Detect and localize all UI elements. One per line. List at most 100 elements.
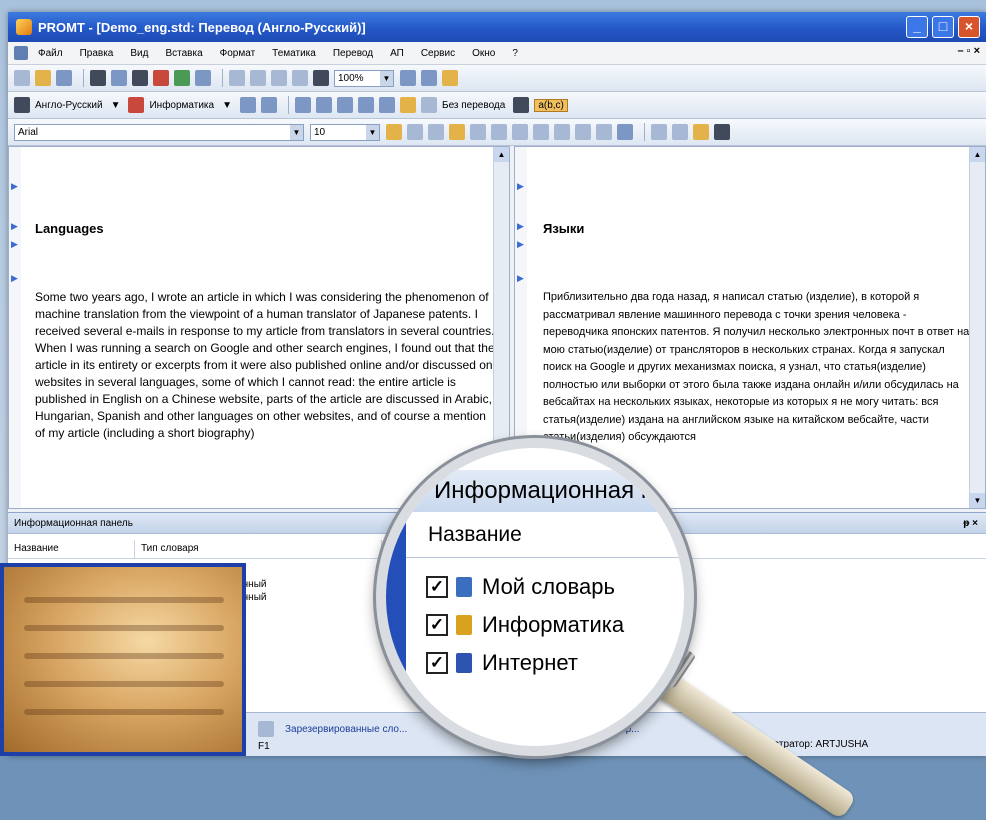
magnified-panel-title: Информационная па... — [386, 470, 684, 512]
translate-icon[interactable] — [379, 97, 395, 113]
reserved-words-icon — [258, 721, 274, 737]
italic-icon[interactable] — [407, 124, 423, 140]
align-left-icon[interactable] — [449, 124, 465, 140]
chevron-down-icon[interactable]: ▼ — [290, 124, 303, 140]
photo-text-line — [24, 653, 224, 659]
print-icon[interactable] — [90, 70, 106, 86]
dictionary-icon[interactable] — [240, 97, 256, 113]
no-translation-label[interactable]: Без перевода — [442, 100, 505, 111]
column-type[interactable]: Тип словаря — [135, 540, 382, 558]
menu-service[interactable]: Сервис — [421, 48, 455, 59]
checkbox-checked-icon[interactable]: ✓ — [426, 652, 448, 674]
checkbox-checked-icon[interactable]: ✓ — [426, 576, 448, 598]
table-icon[interactable] — [295, 97, 311, 113]
view-icon[interactable] — [421, 70, 437, 86]
menu-insert[interactable]: Вставка — [165, 48, 202, 59]
misc1-icon[interactable] — [651, 124, 667, 140]
toolbar-separator — [644, 123, 645, 141]
direction-select[interactable]: Англо-Русский — [35, 100, 103, 111]
outdent-icon[interactable] — [596, 124, 612, 140]
preview-icon[interactable] — [111, 70, 127, 86]
misc2-icon[interactable] — [672, 124, 688, 140]
abc-variant-button[interactable]: a(b,c) — [534, 98, 568, 112]
align-right-icon[interactable] — [491, 124, 507, 140]
sync-icon[interactable] — [174, 70, 190, 86]
find-icon[interactable] — [132, 70, 148, 86]
dictionary-row-my[interactable]: ✓ Мой словарь — [426, 570, 615, 604]
paragraph-marker-icon: ▶ — [11, 273, 18, 283]
open-icon[interactable] — [35, 70, 51, 86]
checkbox-checked-icon[interactable]: ✓ — [426, 614, 448, 636]
translation-toolbar: Англо-Русский ▼ Информатика ▼ Без перево… — [8, 92, 986, 119]
menu-translate[interactable]: Перевод — [333, 48, 373, 59]
chevron-down-icon[interactable]: ▼ — [366, 124, 379, 140]
bold-icon[interactable] — [386, 124, 402, 140]
undo-icon[interactable] — [292, 70, 308, 86]
split-icon[interactable] — [195, 70, 211, 86]
promt-app-icon — [16, 19, 32, 35]
align-center-icon[interactable] — [470, 124, 486, 140]
close-button[interactable]: × — [958, 16, 980, 38]
pane-icon[interactable] — [358, 97, 374, 113]
dictionary-row-informatics[interactable]: ✓ Информатика — [426, 608, 624, 642]
misc3-icon[interactable] — [693, 124, 709, 140]
list-icon[interactable] — [533, 124, 549, 140]
scroll-down-icon[interactable]: ▼ — [970, 493, 985, 508]
paragraph-marker-icon: ▶ — [11, 239, 18, 249]
no-translate-icon[interactable] — [421, 97, 437, 113]
menu-subject[interactable]: Тематика — [272, 48, 316, 59]
menu-format[interactable]: Формат — [220, 48, 256, 59]
pin-close-icon[interactable]: ᵽ × — [963, 518, 978, 529]
menu-window[interactable]: Окно — [472, 48, 495, 59]
document-controls[interactable]: – ▫ × — [957, 45, 980, 57]
indent-icon[interactable] — [575, 124, 591, 140]
menu-help[interactable]: ? — [512, 48, 518, 59]
chevron-down-icon[interactable]: ▼ — [111, 100, 121, 111]
copy-icon[interactable] — [250, 70, 266, 86]
dictionary-book-icon — [456, 653, 472, 673]
zoom-select[interactable]: 100% ▼ — [334, 69, 394, 87]
minimize-button[interactable]: _ — [906, 16, 928, 38]
standard-toolbar: 100% ▼ — [8, 65, 986, 92]
source-heading: Languages — [35, 221, 104, 236]
grid-icon[interactable] — [261, 97, 277, 113]
dictionary-row-internet[interactable]: ✓ Интернет — [426, 646, 578, 680]
font-select[interactable]: Arial ▼ — [14, 123, 304, 141]
menu-file[interactable]: Файл — [38, 48, 63, 59]
target-scrollbar[interactable]: ▲ ▼ — [969, 147, 985, 508]
menu-ap[interactable]: АП — [390, 48, 404, 59]
layout-icon[interactable] — [400, 70, 416, 86]
redo-icon[interactable] — [313, 70, 329, 86]
column-name[interactable]: Название — [8, 540, 135, 558]
chevron-down-icon[interactable]: ▼ — [380, 70, 393, 86]
underline-icon[interactable] — [428, 124, 444, 140]
chevron-down-icon[interactable]: ▼ — [222, 100, 232, 111]
justify-icon[interactable] — [512, 124, 528, 140]
numbered-list-icon[interactable] — [554, 124, 570, 140]
target-heading: Языки — [543, 221, 585, 236]
maximize-button[interactable]: □ — [932, 16, 954, 38]
scroll-up-icon[interactable]: ▲ — [970, 147, 985, 162]
document-icon[interactable] — [14, 46, 28, 60]
note-icon[interactable] — [400, 97, 416, 113]
info-panel-title: Информационная панель — [14, 517, 133, 529]
subject-select[interactable]: Информатика — [149, 100, 214, 111]
new-icon[interactable] — [14, 70, 30, 86]
save-icon[interactable] — [56, 70, 72, 86]
photo-text-line — [24, 681, 224, 687]
menu-edit[interactable]: Правка — [80, 48, 114, 59]
image-icon[interactable] — [337, 97, 353, 113]
paragraph-marker-icon: ▶ — [517, 221, 524, 231]
misc4-icon[interactable] — [714, 124, 730, 140]
cut-icon[interactable] — [229, 70, 245, 86]
table2-icon[interactable] — [316, 97, 332, 113]
menu-view[interactable]: Вид — [130, 48, 148, 59]
scroll-up-icon[interactable]: ▲ — [494, 147, 509, 162]
font-size-select[interactable]: 10 ▼ — [310, 123, 380, 141]
replace-icon[interactable] — [153, 70, 169, 86]
options-icon[interactable] — [442, 70, 458, 86]
paragraph-marker-icon: ▶ — [11, 221, 18, 231]
style-icon[interactable] — [617, 124, 633, 140]
settings-icon[interactable] — [513, 97, 530, 113]
paste-icon[interactable] — [271, 70, 287, 86]
